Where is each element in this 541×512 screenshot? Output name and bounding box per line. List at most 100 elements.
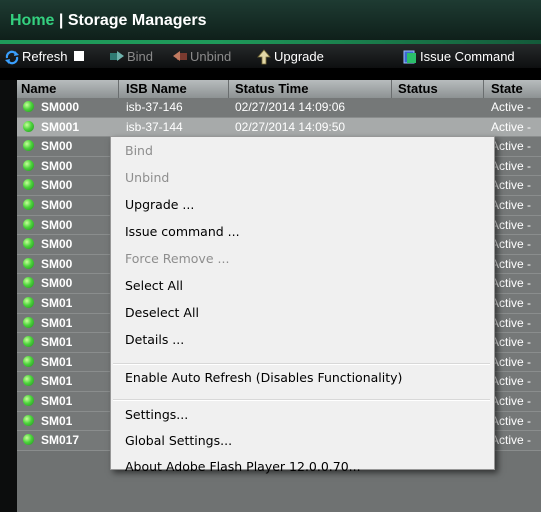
column-header-state[interactable]: State bbox=[491, 81, 523, 96]
menu-separator bbox=[113, 399, 490, 401]
cell-state: Active - bbox=[491, 217, 532, 232]
table-row[interactable]: SM000 isb-37-146 02/27/2014 14:09:06 Active… bbox=[17, 98, 541, 118]
column-header-isb-name[interactable]: ISB Name bbox=[126, 81, 187, 96]
cell-state: Active - bbox=[491, 315, 532, 330]
bind-button[interactable]: Bind bbox=[109, 48, 153, 64]
status-dot-icon bbox=[23, 414, 34, 426]
cell-state: Active - bbox=[491, 237, 532, 252]
cell-state: Active - bbox=[491, 139, 532, 154]
status-dot-icon bbox=[23, 336, 34, 348]
cell-name: SM01 bbox=[41, 374, 73, 389]
cell-isb-name: isb-37-144 bbox=[126, 119, 183, 134]
bind-label: Bind bbox=[127, 48, 154, 64]
status-dot-icon bbox=[23, 199, 34, 210]
issue-command-button[interactable]: Issue Command bbox=[402, 48, 515, 64]
cell-name: SM01 bbox=[41, 335, 73, 350]
column-divider bbox=[118, 80, 119, 98]
cell-name: SM000 bbox=[41, 100, 80, 114]
menu-item-force-remove[interactable]: Force Remove ... bbox=[125, 251, 229, 266]
unbind-icon bbox=[172, 49, 187, 63]
cell-state: Active - bbox=[491, 276, 532, 291]
home-link[interactable]: Home bbox=[10, 12, 54, 29]
upgrade-icon bbox=[256, 49, 271, 65]
cell-name: SM00 bbox=[41, 217, 73, 232]
cell-state: Active - bbox=[491, 119, 532, 134]
cell-state: Active - bbox=[491, 178, 532, 193]
left-gutter bbox=[0, 80, 17, 512]
refresh-label: Refresh bbox=[22, 48, 68, 64]
cell-name: SM01 bbox=[41, 394, 73, 408]
menu-item-upgrade[interactable]: Upgrade ... bbox=[125, 197, 194, 212]
menu-item-deselect-all[interactable]: Deselect All bbox=[125, 305, 199, 320]
menu-separator bbox=[113, 363, 490, 365]
cell-name: SM00 bbox=[41, 256, 73, 271]
cell-state: Active - bbox=[491, 335, 532, 350]
bind-icon bbox=[109, 49, 124, 63]
cell-state: Active - bbox=[491, 354, 532, 369]
column-header-status-time[interactable]: Status Time bbox=[235, 81, 308, 96]
refresh-button[interactable]: Refresh bbox=[4, 48, 84, 65]
menu-item-global-settings[interactable]: Global Settings... bbox=[125, 433, 232, 448]
status-dot-icon bbox=[23, 297, 34, 308]
status-dot-icon bbox=[23, 375, 34, 387]
status-dot-icon bbox=[23, 434, 34, 446]
menu-item-select-all[interactable]: Select All bbox=[125, 278, 183, 293]
cell-isb-name: isb-37-146 bbox=[126, 100, 183, 114]
status-dot-icon bbox=[23, 179, 34, 191]
menu-item-settings[interactable]: Settings... bbox=[125, 407, 188, 422]
page-title-text: Storage Managers bbox=[67, 12, 207, 29]
cell-state: Active - bbox=[491, 374, 532, 389]
command-icon bbox=[402, 49, 416, 64]
cell-state: Active - bbox=[491, 256, 532, 271]
cell-state: Active - bbox=[491, 158, 532, 173]
select-square-icon bbox=[73, 51, 84, 61]
cell-name: SM00 bbox=[41, 198, 73, 212]
breadcrumb-separator: | bbox=[58, 12, 64, 29]
column-divider bbox=[483, 80, 484, 98]
status-dot-icon bbox=[23, 218, 34, 230]
cell-state: Active - bbox=[491, 198, 532, 212]
status-dot-icon bbox=[23, 159, 34, 171]
cell-name: SM00 bbox=[41, 276, 73, 291]
cell-state: Active - bbox=[491, 394, 532, 408]
page-title: Home | Storage Managers bbox=[10, 12, 207, 30]
column-divider bbox=[391, 80, 392, 98]
cell-name: SM01 bbox=[41, 296, 73, 310]
cell-status-time: 02/27/2014 14:09:50 bbox=[235, 119, 346, 134]
cell-name: SM00 bbox=[41, 237, 73, 252]
menu-item-issue-command[interactable]: Issue command ... bbox=[125, 224, 240, 239]
menu-item-details[interactable]: Details ... bbox=[125, 332, 184, 347]
upgrade-button[interactable]: Upgrade bbox=[256, 48, 324, 65]
cell-name: SM00 bbox=[41, 178, 73, 193]
cell-name: SM01 bbox=[41, 315, 73, 330]
upgrade-label: Upgrade bbox=[274, 48, 324, 64]
status-dot-icon bbox=[23, 257, 34, 269]
column-header-status[interactable]: Status bbox=[398, 81, 438, 96]
cell-status-time: 02/27/2014 14:09:06 bbox=[235, 100, 346, 114]
cell-state: Active - bbox=[491, 100, 532, 114]
toolbar: Refresh Bind Unbind Upgrade Issue Comman… bbox=[0, 44, 541, 68]
status-dot-icon bbox=[23, 140, 34, 152]
app-window: Home | Storage Managers Refresh Bind Unb… bbox=[0, 0, 541, 512]
cell-name: SM01 bbox=[41, 354, 73, 369]
menu-item-unbind[interactable]: Unbind bbox=[125, 170, 169, 185]
cell-name: SM01 bbox=[41, 413, 73, 428]
cell-name: SM001 bbox=[41, 119, 80, 134]
column-divider bbox=[228, 80, 229, 98]
cell-name: SM00 bbox=[41, 158, 73, 173]
menu-item-enable-auto-refresh-disables-functionality[interactable]: Enable Auto Refresh (Disables Functional… bbox=[125, 370, 402, 385]
status-dot-icon bbox=[23, 395, 34, 406]
menu-item-bind[interactable]: Bind bbox=[125, 143, 153, 158]
cell-name: SM00 bbox=[41, 139, 73, 154]
status-dot-icon bbox=[23, 101, 34, 112]
cell-state: Active - bbox=[491, 433, 532, 448]
status-dot-icon bbox=[23, 355, 34, 367]
menu-item-about-adobe-flash-player-12-0-0-70[interactable]: About Adobe Flash Player 12.0.0.70... bbox=[125, 459, 361, 474]
status-dot-icon bbox=[23, 316, 34, 328]
status-dot-icon bbox=[23, 277, 34, 289]
column-header-name[interactable]: Name bbox=[21, 81, 56, 96]
unbind-button[interactable]: Unbind bbox=[172, 48, 231, 64]
status-dot-icon bbox=[23, 238, 34, 250]
table-row[interactable]: SM001 isb-37-144 02/27/2014 14:09:50 Active… bbox=[17, 117, 541, 138]
unbind-label: Unbind bbox=[190, 48, 232, 64]
